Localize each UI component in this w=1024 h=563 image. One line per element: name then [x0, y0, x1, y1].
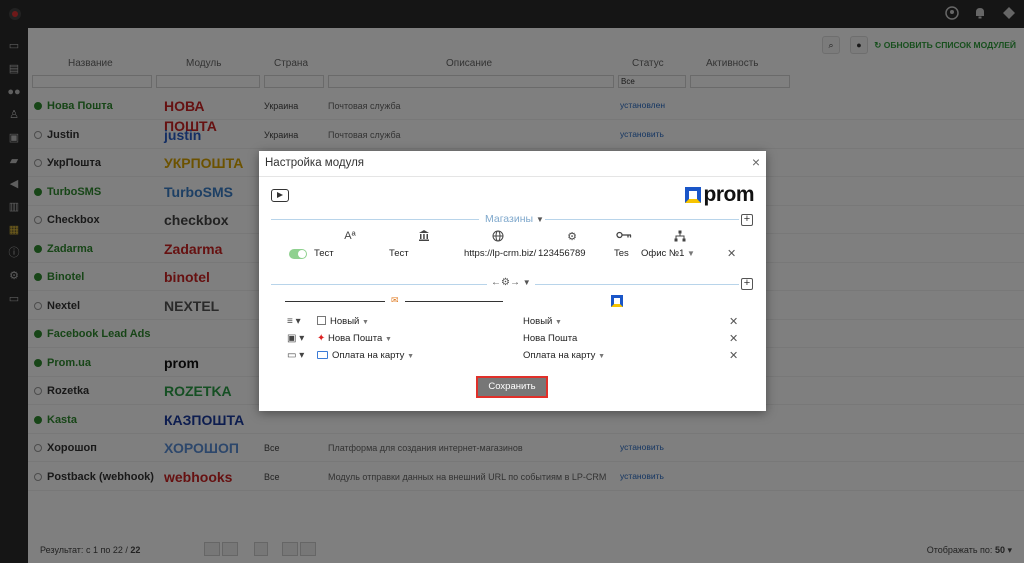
- money-icon: ▭ ▾: [287, 350, 305, 361]
- payment-mapping-row: ▭ ▾ Оплата на карту ▼ Оплата на карту ▼ …: [259, 348, 766, 365]
- sync-settings-icon[interactable]: ←⚙→ ▼: [491, 277, 531, 288]
- hierarchy-icon: [671, 230, 689, 245]
- shop-office-select[interactable]: Офис №1 ▼: [641, 248, 695, 259]
- shop-url: https://lp-crm.biz/: [464, 248, 537, 259]
- close-icon[interactable]: ×: [752, 154, 760, 170]
- chevron-down-icon: ▼: [407, 353, 414, 360]
- remove-mapping-icon[interactable]: ✕: [729, 332, 738, 345]
- box-icon: ▣ ▾: [287, 333, 305, 344]
- prom-small-icon: [611, 295, 623, 307]
- shops-section-title[interactable]: Магазины ▼: [485, 213, 544, 225]
- nova-poshta-icon: ✦: [317, 333, 326, 344]
- shops-label: Магазины: [485, 213, 534, 225]
- chevron-down-icon: ▼: [361, 319, 369, 326]
- shop-name: Тест: [314, 248, 334, 259]
- chevron-down-icon: ▼: [554, 319, 562, 326]
- module-settings-modal: Настройка модуля × prom Магазины ▼ + Aª …: [259, 151, 766, 411]
- prom-status-value: Новый: [523, 316, 553, 327]
- remove-shop-icon[interactable]: ✕: [727, 247, 736, 260]
- crm-status-value: Новый: [330, 316, 360, 327]
- add-mapping-button[interactable]: +: [741, 278, 753, 290]
- shop-id: 123456789: [538, 248, 586, 259]
- crm-delivery-select[interactable]: ✦ Нова Пошта ▼: [317, 333, 392, 344]
- modal-header: Настройка модуля ×: [259, 151, 766, 177]
- chevron-down-icon: ▼: [687, 249, 695, 258]
- crm-payment-value: Оплата на карту: [332, 350, 405, 361]
- font-icon: Aª: [344, 230, 356, 242]
- prom-logo-mark-icon: [684, 187, 701, 203]
- section-divider: [545, 219, 739, 220]
- status-icon: ≡ ▾: [287, 316, 301, 327]
- shop-key: Tes: [614, 248, 629, 259]
- prom-delivery-value[interactable]: Нова Пошта: [523, 333, 577, 344]
- video-tutorial-icon[interactable]: [271, 189, 289, 202]
- prom-payment-value: Оплата на карту: [523, 350, 596, 361]
- prom-status-select[interactable]: Новый ▼: [523, 316, 562, 327]
- modal-title: Настройка модуля: [265, 157, 365, 169]
- crm-payment-select[interactable]: Оплата на карту ▼: [317, 350, 414, 361]
- key-icon: [615, 230, 633, 242]
- chevron-down-icon: ▼: [598, 353, 605, 360]
- prom-logo-text: prom: [703, 183, 755, 206]
- prom-payment-select[interactable]: Оплата на карту ▼: [523, 350, 605, 361]
- section-divider: [535, 284, 739, 285]
- crm-column-line: [405, 301, 503, 302]
- prom-logo: prom: [684, 183, 755, 206]
- chevron-down-icon: ▼: [384, 336, 392, 343]
- save-button[interactable]: Сохранить: [476, 376, 548, 398]
- shop-title: Тест: [389, 248, 409, 259]
- bank-icon: [415, 230, 433, 244]
- add-shop-button[interactable]: +: [741, 214, 753, 226]
- remove-mapping-icon[interactable]: ✕: [729, 349, 738, 362]
- chevron-down-icon: ▼: [522, 278, 531, 287]
- chevron-down-icon: ▼: [535, 215, 544, 224]
- shop-office-value: Офис №1: [641, 248, 685, 259]
- section-divider: [271, 284, 487, 285]
- status-mapping-row: ≡ ▾ Новый ▼ Новый ▼ ✕: [259, 314, 766, 331]
- crm-status-select[interactable]: Новый ▼: [317, 316, 369, 327]
- credit-card-icon: [317, 351, 328, 359]
- gear-icon: ⚙: [567, 231, 577, 243]
- checkbox-icon: [317, 316, 326, 325]
- delivery-mapping-row: ▣ ▾ ✦ Нова Пошта ▼ Нова Пошта ✕: [259, 331, 766, 348]
- globe-icon: [489, 230, 507, 245]
- crm-logo-icon: ✉: [391, 295, 399, 305]
- crm-column-line: [285, 301, 385, 302]
- shop-active-toggle[interactable]: [289, 249, 307, 259]
- crm-delivery-value: Нова Пошта: [328, 333, 383, 344]
- section-divider: [271, 219, 479, 220]
- remove-mapping-icon[interactable]: ✕: [729, 315, 738, 328]
